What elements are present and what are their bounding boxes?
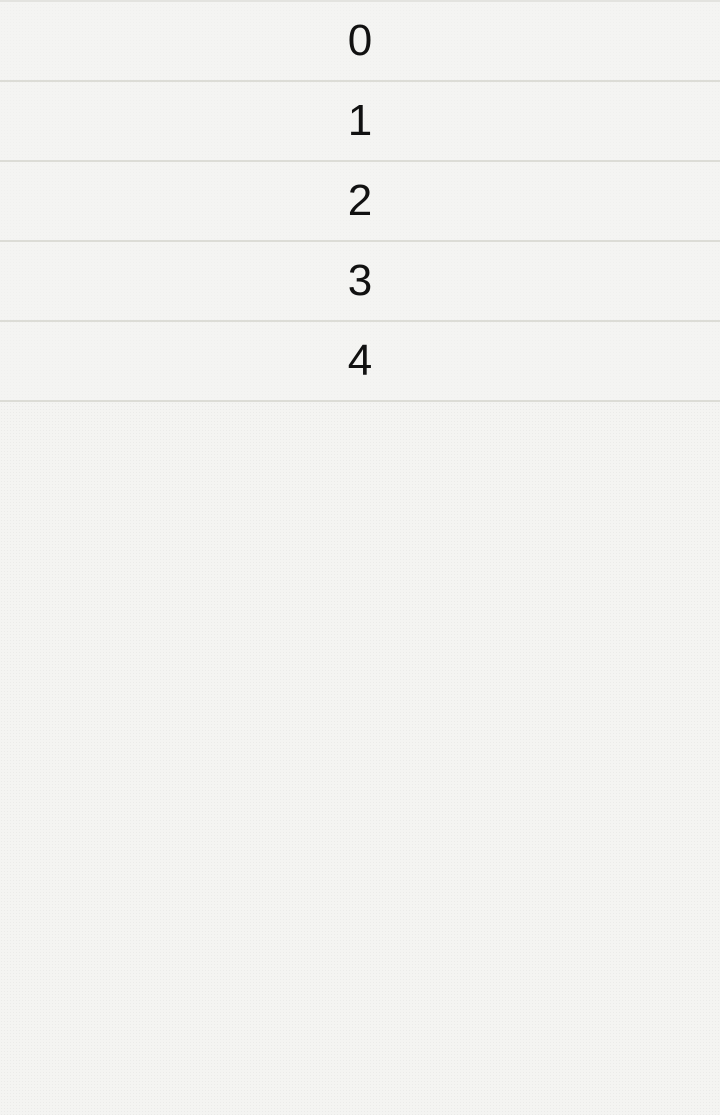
list-item-label: 1 <box>347 96 373 145</box>
list-item[interactable]: 1 <box>0 82 720 162</box>
list-item[interactable]: 3 <box>0 242 720 322</box>
list-item-label: 3 <box>347 256 373 305</box>
number-list: 0 1 2 3 4 <box>0 0 720 402</box>
list-item[interactable]: 0 <box>0 2 720 82</box>
list-item[interactable]: 4 <box>0 322 720 402</box>
screen: 0 1 2 3 4 <box>0 0 720 1115</box>
list-item-label: 4 <box>347 336 373 385</box>
list-item[interactable]: 2 <box>0 162 720 242</box>
list-item-label: 2 <box>347 176 373 225</box>
list-item-label: 0 <box>347 16 373 65</box>
